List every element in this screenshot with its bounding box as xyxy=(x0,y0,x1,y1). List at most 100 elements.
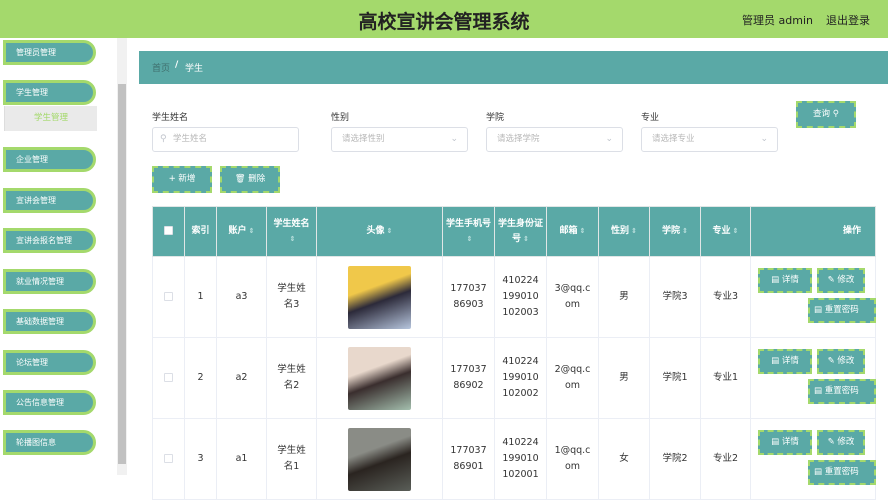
col-name[interactable]: 学生姓名 ⇕ xyxy=(266,206,317,257)
cell-avatar xyxy=(316,418,443,500)
sort-icon[interactable]: ⇕ xyxy=(249,227,255,235)
col-college[interactable]: 学院 ⇕ xyxy=(649,206,701,257)
cell-name: 学生姓名3 xyxy=(266,256,317,338)
sidebar-item-carousel[interactable]: 轮播图信息 xyxy=(3,430,96,455)
sort-icon[interactable]: ⇕ xyxy=(682,227,688,235)
cell-account: a2 xyxy=(216,337,267,419)
col-avatar[interactable]: 头像 ⇕ xyxy=(316,206,443,257)
sidebar: 管理员管理 学生管理 学生管理 企业管理 宣讲会管理 宣讲会报名管理 就业情况管… xyxy=(0,38,127,475)
cell-email: 1@qq.com xyxy=(546,418,599,500)
detail-button[interactable]: ▤ 详情 xyxy=(758,268,812,293)
reset-password-button[interactable]: ▤ 重置密码 xyxy=(808,298,876,323)
col-avatar-label: 头像 xyxy=(366,226,385,236)
sidebar-scroll-thumb[interactable] xyxy=(118,84,126,464)
sidebar-item-forum[interactable]: 论坛管理 xyxy=(3,350,96,375)
col-index-label: 索引 xyxy=(191,226,210,236)
edit-icon: ✎ xyxy=(827,356,838,366)
col-idcard[interactable]: 学生身份证号 ⇕ xyxy=(494,206,547,257)
cell-phone-text: 17703786903 xyxy=(450,283,487,310)
breadcrumb-home[interactable]: 首页 xyxy=(152,61,170,74)
sort-icon[interactable]: ⇕ xyxy=(733,227,739,235)
sort-icon[interactable]: ⇕ xyxy=(467,235,473,243)
cell-college: 学院2 xyxy=(649,418,701,500)
reset-icon: ▤ xyxy=(814,386,825,396)
filter-name-input[interactable]: ⚲ 学生姓名 xyxy=(152,127,299,152)
filter-major-placeholder: 请选择专业 xyxy=(652,134,695,144)
col-account[interactable]: 账户 ⇕ xyxy=(216,206,267,257)
sidebar-item-talks[interactable]: 宣讲会管理 xyxy=(3,188,96,213)
detail-button[interactable]: ▤ 详情 xyxy=(758,349,812,374)
chevron-down-icon: ⌄ xyxy=(760,134,768,144)
cell-idcard-text: 410224199010102001 xyxy=(502,437,539,480)
sidebar-subitem-students[interactable]: 学生管理 xyxy=(4,106,97,131)
filter-college-select[interactable]: 请选择学院 ⌄ xyxy=(486,127,623,152)
cell-phone: 17703786902 xyxy=(442,337,495,419)
chevron-down-icon: ⌄ xyxy=(605,134,613,144)
avatar-image xyxy=(348,265,411,329)
col-phone[interactable]: 学生手机号 ⇕ xyxy=(442,206,495,257)
search-icon: ⚲ xyxy=(160,134,167,144)
search-icon: ⚲ xyxy=(832,109,839,119)
cell-major: 专业1 xyxy=(700,337,751,419)
detail-button[interactable]: ▤ 详情 xyxy=(758,430,812,455)
sort-icon[interactable]: ⇕ xyxy=(580,227,586,235)
reset-password-button[interactable]: ▤ 重置密码 xyxy=(808,379,876,404)
edit-icon: ✎ xyxy=(827,437,838,447)
sort-icon[interactable]: ⇕ xyxy=(631,227,637,235)
checkbox-icon xyxy=(164,292,173,301)
filter-major-select[interactable]: 请选择专业 ⌄ xyxy=(641,127,778,152)
search-button[interactable]: 查询 ⚲ xyxy=(796,101,856,128)
sort-icon[interactable]: ⇕ xyxy=(290,235,296,243)
sidebar-item-talk-signups[interactable]: 宣讲会报名管理 xyxy=(3,228,96,253)
sort-icon[interactable]: ⇕ xyxy=(523,235,529,243)
plus-icon: + xyxy=(168,174,179,184)
sidebar-item-companies[interactable]: 企业管理 xyxy=(3,147,96,172)
cell-index: 3 xyxy=(184,418,217,500)
cell-phone: 17703786903 xyxy=(442,256,495,338)
sidebar-item-notices[interactable]: 公告信息管理 xyxy=(3,390,96,415)
table-row: 1 a3 学生姓名3 17703786903 410224199010102003 3@q… xyxy=(152,256,876,338)
sidebar-item-students[interactable]: 学生管理 xyxy=(3,80,96,105)
cell-email-text: 3@qq.com xyxy=(554,283,591,310)
select-all-checkbox[interactable] xyxy=(152,206,185,257)
sidebar-item-admin[interactable]: 管理员管理 xyxy=(3,40,96,65)
reset-icon: ▤ xyxy=(814,305,825,315)
logout-link[interactable]: 退出登录 xyxy=(826,12,870,28)
cell-account: a1 xyxy=(216,418,267,500)
add-button[interactable]: + 新增 xyxy=(152,166,212,193)
sidebar-item-basic-data[interactable]: 基础数据管理 xyxy=(3,309,96,334)
cell-college: 学院1 xyxy=(649,337,701,419)
col-email[interactable]: 邮箱 ⇕ xyxy=(546,206,599,257)
detail-icon: ▤ xyxy=(771,275,782,285)
cell-phone-text: 17703786901 xyxy=(450,445,487,472)
edit-button[interactable]: ✎ 修改 xyxy=(817,268,865,293)
reset-icon: ▤ xyxy=(814,467,825,477)
col-gender[interactable]: 性别 ⇕ xyxy=(598,206,650,257)
avatar-image xyxy=(348,346,411,410)
cell-ops: ▤ 详情 ✎ 修改 ▤ 重置密码 xyxy=(750,256,876,338)
edit-button[interactable]: ✎ 修改 xyxy=(817,349,865,374)
cell-name-text: 学生姓名3 xyxy=(277,283,306,310)
filter-gender-select[interactable]: 请选择性别 ⌄ xyxy=(331,127,468,152)
row-checkbox[interactable] xyxy=(152,256,185,338)
sort-icon[interactable]: ⇕ xyxy=(387,227,393,235)
cell-major: 专业2 xyxy=(700,418,751,500)
cell-index: 2 xyxy=(184,337,217,419)
row-checkbox[interactable] xyxy=(152,418,185,500)
row-checkbox[interactable] xyxy=(152,337,185,419)
edit-button-label: 修改 xyxy=(837,437,855,447)
col-major[interactable]: 专业 ⇕ xyxy=(700,206,751,257)
sidebar-item-employment[interactable]: 就业情况管理 xyxy=(3,269,96,294)
delete-button[interactable]: 🗑 删除 xyxy=(220,166,280,193)
edit-button[interactable]: ✎ 修改 xyxy=(817,430,865,455)
filter-name-label: 学生姓名 xyxy=(152,113,189,123)
reset-password-button[interactable]: ▤ 重置密码 xyxy=(808,460,876,485)
col-name-label: 学生姓名 xyxy=(273,218,310,229)
chevron-down-icon: ⌄ xyxy=(450,134,458,144)
detail-button-label: 详情 xyxy=(781,356,799,366)
ops-group: ▤ 详情 ✎ 修改 ▤ 重置密码 xyxy=(751,257,876,337)
detail-button-label: 详情 xyxy=(781,275,799,285)
breadcrumb-separator: / xyxy=(175,60,179,70)
col-phone-label: 学生手机号 xyxy=(445,218,491,229)
cell-name: 学生姓名1 xyxy=(266,418,317,500)
